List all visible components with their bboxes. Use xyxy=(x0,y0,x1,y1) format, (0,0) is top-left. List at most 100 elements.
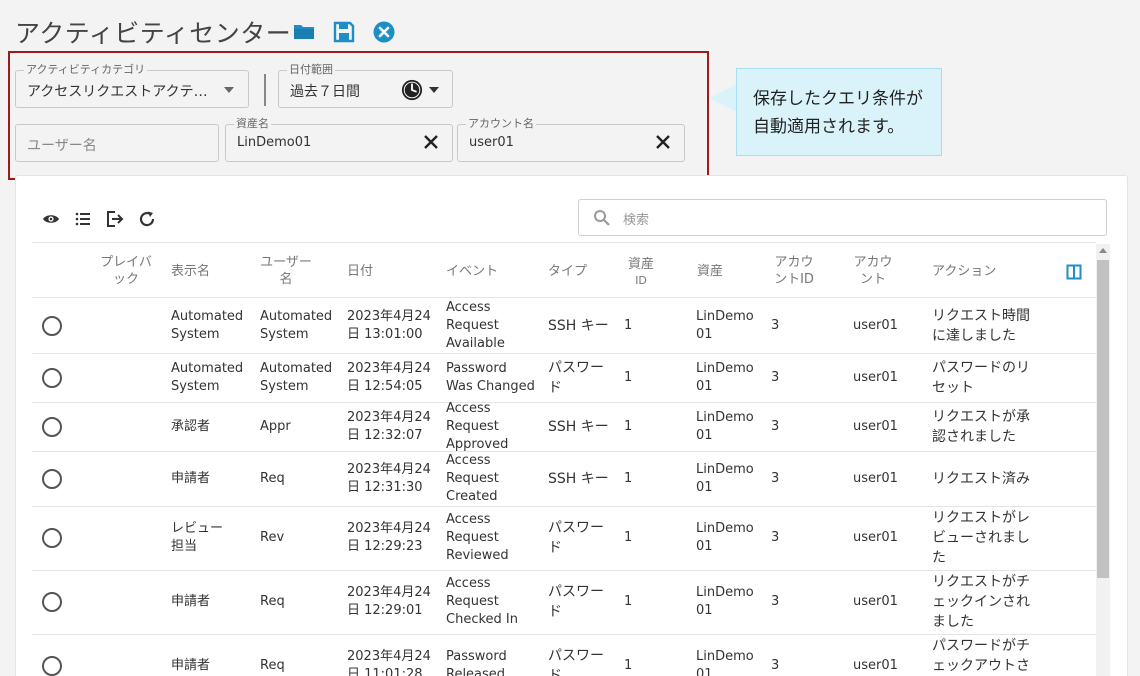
cell-text: 01 xyxy=(696,378,713,394)
cell-account-id: 3 xyxy=(771,418,779,436)
cell-text: Checked In xyxy=(446,612,518,627)
scrollbar[interactable] xyxy=(1096,244,1110,676)
cell-text: 01 xyxy=(696,427,713,443)
cell-asset-id: 1 xyxy=(624,657,632,675)
col-header-user-name[interactable]: ユーザー 名 xyxy=(256,254,316,288)
cell-display: レビュー 担当 xyxy=(171,520,223,556)
cell-text: リクエスト済み xyxy=(932,470,1030,487)
col-header-asset-id-line1: 資産 xyxy=(627,257,654,272)
cell-text: System xyxy=(260,326,309,342)
cell-type: パスワード xyxy=(548,582,604,622)
clear-icon[interactable] xyxy=(654,133,672,151)
cell-text: 2023年4月24 xyxy=(347,585,431,600)
row-select-radio[interactable] xyxy=(42,315,62,336)
activity-category-value: アクセスリクエストアクテ… xyxy=(27,84,208,100)
cell-text: user01 xyxy=(853,369,898,385)
list-icon[interactable] xyxy=(74,210,92,228)
eye-icon[interactable] xyxy=(42,210,60,228)
cell-text: レビュー xyxy=(171,521,224,536)
cell-account-id: 3 xyxy=(771,657,779,675)
cell-text: user01 xyxy=(853,317,898,333)
columns-icon[interactable] xyxy=(1066,264,1082,280)
divider xyxy=(264,74,266,106)
cell-asset: LinDemo 01 xyxy=(696,648,754,676)
cell-text: 2023年4月24 xyxy=(347,308,431,324)
user-name-input[interactable]: ユーザー名 xyxy=(15,124,219,162)
col-header-playback[interactable]: プレイバ ック xyxy=(98,254,154,288)
cell-asset-id: 1 xyxy=(624,529,632,547)
scrollbar-thumb[interactable] xyxy=(1097,260,1109,578)
cell-text: user01 xyxy=(853,658,898,673)
cell-text: Reviewed xyxy=(446,548,509,563)
clear-icon[interactable] xyxy=(422,133,440,151)
cell-text: System xyxy=(171,378,220,394)
cell-event: Password Released xyxy=(446,648,507,676)
asset-name-input[interactable]: 資産名 LinDemo01 xyxy=(225,117,453,162)
col-header-date[interactable]: 日付 xyxy=(347,263,373,280)
col-header-account-id[interactable]: アカウ ントID xyxy=(766,254,822,288)
row-select-radio[interactable] xyxy=(42,367,62,388)
cell-action: パスワードがチェックアウトされました xyxy=(932,636,1030,676)
cell-text: LinDemo xyxy=(696,649,754,664)
date-range-dropdown[interactable]: 日付範囲 過去７日間 xyxy=(278,63,453,108)
row-select-radio[interactable] xyxy=(42,592,62,612)
cell-text: ド xyxy=(548,379,562,396)
cell-text: 3 xyxy=(771,317,780,333)
cell-text: 日 13:01:00 xyxy=(347,326,423,342)
cell-text: 申請者 xyxy=(171,470,211,486)
cell-asset: LinDemo 01 xyxy=(696,360,754,396)
col-header-asset-id[interactable]: 資産 ID xyxy=(622,256,660,288)
col-header-display-name[interactable]: 表示名 xyxy=(171,263,210,280)
cell-text: Released xyxy=(446,667,506,676)
account-name-label: アカウント名 xyxy=(466,117,536,131)
cell-type: SSH キー xyxy=(548,417,609,437)
folder-icon[interactable] xyxy=(292,20,316,44)
cell-text: Available xyxy=(446,335,505,351)
cell-date: 2023年4月24 日 12:29:01 xyxy=(347,584,431,620)
col-header-asset[interactable]: 資産 xyxy=(697,263,723,280)
cell-account-id: 3 xyxy=(771,369,779,387)
row-select-radio[interactable] xyxy=(42,416,62,437)
cell-text: Request xyxy=(446,530,499,545)
cell-text: Req xyxy=(260,658,285,673)
close-circle-icon[interactable] xyxy=(372,20,396,44)
account-name-input[interactable]: アカウント名 user01 xyxy=(457,117,685,162)
row-select-radio[interactable] xyxy=(42,528,62,548)
cell-text: 申請者 xyxy=(171,658,211,673)
col-header-event[interactable]: イベント xyxy=(446,263,498,280)
cell-account: user01 xyxy=(853,470,898,488)
cell-type: SSH キー xyxy=(548,469,609,489)
col-header-account[interactable]: アカウ ント xyxy=(848,254,898,288)
refresh-icon[interactable] xyxy=(138,210,156,228)
cell-asset-id: 1 xyxy=(624,418,632,436)
row-select-radio[interactable] xyxy=(42,468,62,489)
cell-text: LinDemo xyxy=(696,308,754,324)
cell-text: Access xyxy=(446,576,491,591)
col-header-action[interactable]: アクション xyxy=(932,263,996,280)
save-icon[interactable] xyxy=(332,20,356,44)
cell-text: Access xyxy=(446,299,491,315)
cell-text: SSH キー xyxy=(548,470,609,487)
cell-text: LinDemo xyxy=(696,409,754,425)
row-select-radio[interactable] xyxy=(42,656,62,676)
search-input[interactable]: 検索 xyxy=(578,199,1107,236)
callout-arrow xyxy=(709,84,737,112)
cell-text: Appr xyxy=(260,418,291,434)
cell-text: Request xyxy=(446,470,499,486)
activity-category-label: アクティビティカテゴリ xyxy=(24,63,148,77)
scroll-up-arrow[interactable] xyxy=(1099,248,1107,253)
cell-text: ました xyxy=(932,614,974,630)
activity-category-dropdown[interactable]: アクティビティカテゴリ アクセスリクエストアクテ… xyxy=(15,63,249,108)
cell-text: 日 11:01:28 xyxy=(347,667,423,676)
col-header-type[interactable]: タイプ xyxy=(548,263,587,280)
cell-display: 承認者 xyxy=(171,418,210,436)
export-icon[interactable] xyxy=(106,210,124,228)
cell-type: パスワード xyxy=(548,358,604,398)
cell-text: 3 xyxy=(771,369,780,385)
cell-text: Rev xyxy=(260,530,285,545)
cell-date: 2023年4月24 日 13:01:00 xyxy=(347,308,431,344)
cell-user: Req xyxy=(260,593,285,611)
cell-user: Appr xyxy=(260,418,291,436)
cell-text: 日 12:32:07 xyxy=(347,427,423,443)
col-header-playback-line1: プレイバ xyxy=(100,255,152,270)
